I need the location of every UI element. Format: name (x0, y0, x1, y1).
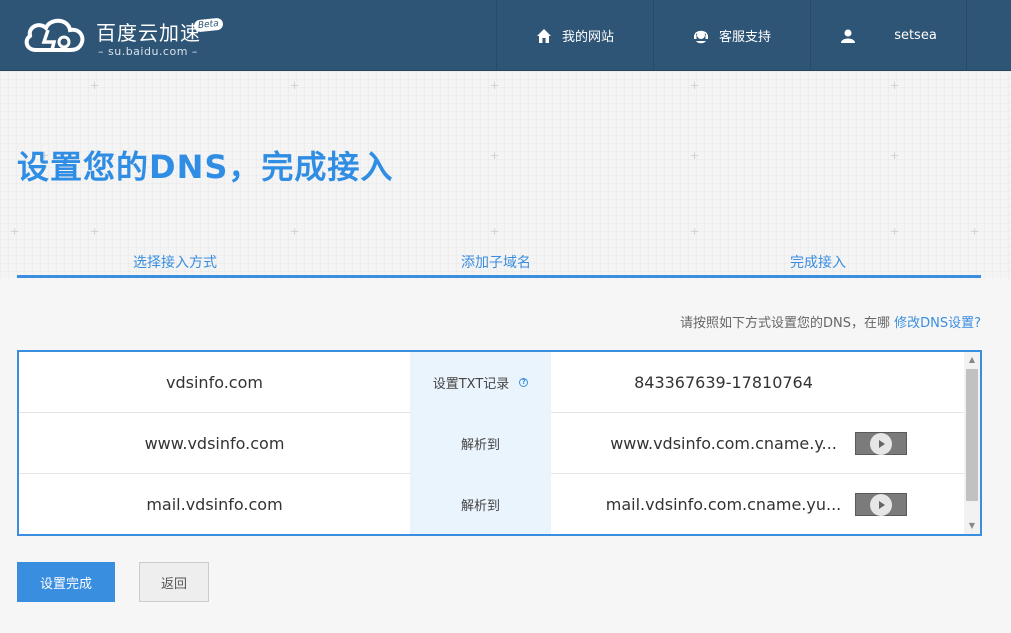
back-button[interactable]: 返回 (139, 562, 209, 602)
beta-badge: Beta (193, 17, 224, 33)
record-value: mail.vdsinfo.com.cname.yu... (605, 495, 842, 514)
baidu-yunjiasu-logo[interactable]: 百度云加速 – su.baidu.com – Beta (22, 14, 232, 58)
record-domain: vdsinfo.com (166, 373, 263, 392)
table-row: vdsinfo.com 设置TXT记录 ? 843367639-17810764 (19, 352, 964, 413)
record-domain: www.vdsinfo.com (144, 434, 285, 453)
grid-plus-mark: + (890, 79, 900, 92)
scroll-up-arrow-icon[interactable]: ▲ (964, 352, 980, 368)
grid-plus-mark: + (90, 79, 100, 92)
record-type: 解析到 (460, 499, 500, 514)
dns-instruction: 请按照如下方式设置您的DNS，在哪 修改DNS设置? (680, 312, 981, 331)
grid-plus-mark: + (690, 149, 700, 162)
table-row: www.vdsinfo.com 解析到 www.vdsinfo.com.cnam… (19, 413, 964, 474)
play-icon (870, 493, 892, 516)
record-type: 解析到 (460, 438, 500, 453)
grid-plus-mark: + (690, 225, 700, 238)
table-scrollbar[interactable]: ▲ ▼ (964, 352, 980, 534)
record-domain: mail.vdsinfo.com (146, 495, 283, 514)
help-icon[interactable]: ? (519, 378, 529, 387)
page-title: 设置您的DNS，完成接入 (17, 148, 394, 186)
copy-cname-button[interactable] (855, 493, 907, 516)
scroll-down-arrow-icon[interactable]: ▼ (964, 518, 980, 534)
nav-my-sites-label: 我的网站 (561, 30, 614, 45)
record-value-cell: 843367639-17810764 (551, 352, 964, 413)
header-nav: 我的网站 客服支持 setsea (496, 0, 967, 71)
user-icon (841, 29, 856, 43)
setup-complete-button[interactable]: 设置完成 (17, 562, 115, 602)
step-choose-access-method: 选择接入方式 (133, 255, 217, 271)
step-add-subdomain: 添加子域名 (461, 255, 531, 271)
logo-title: 百度云加速 (96, 21, 201, 45)
record-value: www.vdsinfo.com.cname.y... (610, 434, 837, 453)
headset-icon (693, 30, 708, 43)
grid-plus-mark: + (890, 225, 900, 238)
grid-plus-mark: + (490, 79, 500, 92)
record-type-cell: 解析到 (410, 413, 551, 474)
grid-plus-mark: + (890, 149, 900, 162)
record-type: 设置TXT记录 (432, 377, 510, 392)
progress-steps: 选择接入方式 添加子域名 完成接入 (17, 252, 981, 278)
grid-plus-mark: + (90, 225, 100, 238)
scrollbar-thumb[interactable] (966, 369, 978, 501)
nav-support[interactable]: 客服支持 (653, 0, 810, 71)
record-value: 843367639-17810764 (634, 373, 813, 392)
copy-cname-button[interactable] (855, 432, 907, 455)
grid-plus-mark: + (490, 225, 500, 238)
play-icon (870, 432, 892, 455)
record-value-cell: mail.vdsinfo.com.cname.yu... (551, 474, 964, 534)
home-icon (536, 28, 551, 43)
cloud-logo-icon (24, 18, 85, 52)
grid-plus-mark: + (290, 225, 300, 238)
record-type-cell: 解析到 (410, 474, 551, 534)
modify-dns-link[interactable]: 修改DNS设置? (894, 316, 981, 331)
logo-subtitle: – su.baidu.com – (98, 45, 198, 58)
grid-plus-mark: + (970, 225, 980, 238)
grid-plus-mark: + (490, 149, 500, 162)
nav-user-account[interactable]: setsea (810, 0, 967, 71)
grid-plus-mark: + (290, 79, 300, 92)
table-row: mail.vdsinfo.com 解析到 mail.vdsinfo.com.cn… (19, 474, 964, 534)
nav-my-sites[interactable]: 我的网站 (496, 0, 653, 71)
dns-instruction-text: 请按照如下方式设置您的DNS，在哪 (679, 316, 895, 331)
nav-support-label: 客服支持 (718, 30, 771, 45)
record-value-cell: www.vdsinfo.com.cname.y... (551, 413, 964, 474)
dns-records-table: vdsinfo.com 设置TXT记录 ? 843367639-17810764… (17, 350, 982, 536)
grid-plus-mark: + (690, 79, 700, 92)
grid-plus-mark: + (10, 225, 20, 238)
record-type-cell: 设置TXT记录 ? (410, 352, 551, 413)
top-navigation-bar: 百度云加速 – su.baidu.com – Beta 我的网站 客服支持 se… (0, 0, 1011, 71)
username-label: setsea (894, 28, 937, 43)
step-complete-access: 完成接入 (790, 255, 846, 271)
